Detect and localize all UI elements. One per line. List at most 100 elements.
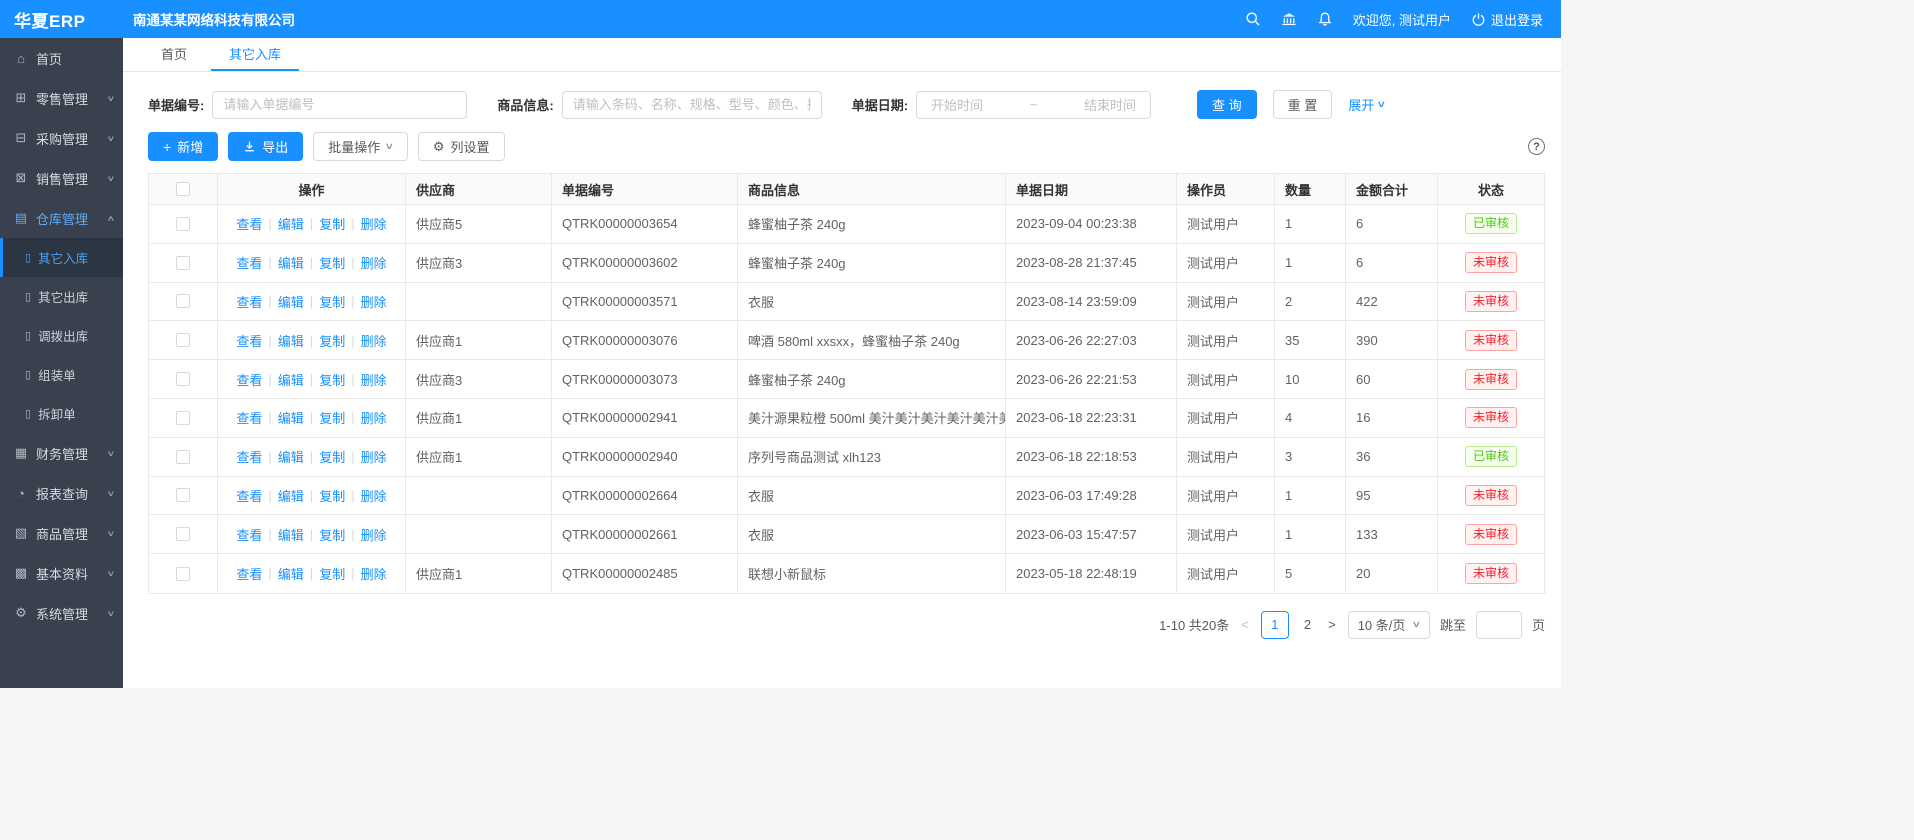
sidebar-item-purchase[interactable]: ⊟采购管理∨ <box>0 118 123 158</box>
bank-icon[interactable] <box>1281 11 1297 27</box>
view-link[interactable]: 查看 <box>236 214 262 233</box>
col-supplier: 供应商 <box>406 174 552 204</box>
export-button[interactable]: 导出 <box>228 132 303 161</box>
row-checkbox[interactable] <box>176 411 190 425</box>
edit-link[interactable]: 编辑 <box>278 564 304 583</box>
copy-link[interactable]: 复制 <box>319 214 345 233</box>
sidebar-item-warehouse[interactable]: ▤仓库管理∧ <box>0 198 123 238</box>
next-page-button[interactable]: > <box>1326 617 1338 632</box>
row-checkbox[interactable] <box>176 372 190 386</box>
edit-link[interactable]: 编辑 <box>278 447 304 466</box>
view-link[interactable]: 查看 <box>236 525 262 544</box>
sidebar-item-sales[interactable]: ⊠销售管理∨ <box>0 158 123 198</box>
delete-link[interactable]: 删除 <box>361 564 387 583</box>
edit-link[interactable]: 编辑 <box>278 214 304 233</box>
sidebar-subitem-other-inbound[interactable]: ▯其它入库 <box>0 238 123 277</box>
content-area: 单据编号: 商品信息: 单据日期: 开始时间 ~ 结束时间 查 询 重 置 展开… <box>123 72 1561 639</box>
sidebar-item-report[interactable]: ◔报表查询∨ <box>0 473 123 513</box>
copy-link[interactable]: 复制 <box>319 486 345 505</box>
sidebar-item-system[interactable]: ⚙系统管理∨ <box>0 593 123 633</box>
edit-link[interactable]: 编辑 <box>278 331 304 350</box>
qty-cell: 1 <box>1275 477 1346 515</box>
row-checkbox[interactable] <box>176 217 190 231</box>
sidebar-item-basic[interactable]: ▩基本资料∨ <box>0 553 123 593</box>
status-badge: 未审核 <box>1465 563 1517 584</box>
delete-link[interactable]: 删除 <box>361 408 387 427</box>
help-icon[interactable]: ? <box>1528 138 1545 155</box>
copy-link[interactable]: 复制 <box>319 292 345 311</box>
row-checkbox[interactable] <box>176 488 190 502</box>
delete-link[interactable]: 删除 <box>361 292 387 311</box>
page-size-select[interactable]: 10 条/页 ∨ <box>1348 611 1430 639</box>
copy-link[interactable]: 复制 <box>319 253 345 272</box>
page-button-1[interactable]: 1 <box>1261 611 1289 639</box>
product-info-label: 商品信息: <box>497 95 553 114</box>
delete-link[interactable]: 删除 <box>361 214 387 233</box>
row-checkbox[interactable] <box>176 333 190 347</box>
view-link[interactable]: 查看 <box>236 331 262 350</box>
batch-label: 批量操作 <box>328 137 380 156</box>
sidebar-subitem-assembly[interactable]: ▯组装单 <box>0 355 123 394</box>
view-link[interactable]: 查看 <box>236 486 262 505</box>
copy-link[interactable]: 复制 <box>319 525 345 544</box>
bill-no-input[interactable] <box>212 91 467 119</box>
product-info-input[interactable] <box>562 91 822 119</box>
view-link[interactable]: 查看 <box>236 370 262 389</box>
tab-other-inbound[interactable]: 其它入库 <box>211 38 299 71</box>
qty-cell: 1 <box>1275 205 1346 243</box>
column-settings-button[interactable]: ⚙ 列设置 <box>418 132 505 161</box>
reset-button[interactable]: 重 置 <box>1273 90 1333 119</box>
edit-link[interactable]: 编辑 <box>278 370 304 389</box>
sidebar-item-goods[interactable]: ▧商品管理∨ <box>0 513 123 553</box>
view-link[interactable]: 查看 <box>236 408 262 427</box>
jump-page-input[interactable] <box>1476 611 1522 639</box>
select-all-checkbox[interactable] <box>176 182 190 196</box>
row-checkbox[interactable] <box>176 527 190 541</box>
delete-link[interactable]: 删除 <box>361 370 387 389</box>
row-checkbox[interactable] <box>176 450 190 464</box>
sidebar-item-home[interactable]: ⌂首页 <box>0 38 123 78</box>
edit-link[interactable]: 编辑 <box>278 486 304 505</box>
sidebar-item-retail[interactable]: ⊞零售管理∨ <box>0 78 123 118</box>
edit-link[interactable]: 编辑 <box>278 408 304 427</box>
delete-link[interactable]: 删除 <box>361 447 387 466</box>
link-separator: | <box>268 372 271 387</box>
view-link[interactable]: 查看 <box>236 564 262 583</box>
search-button[interactable]: 查 询 <box>1197 90 1257 119</box>
copy-link[interactable]: 复制 <box>319 447 345 466</box>
copy-link[interactable]: 复制 <box>319 564 345 583</box>
row-checkbox[interactable] <box>176 567 190 581</box>
amount-cell: 20 <box>1346 554 1438 593</box>
page-button-2[interactable]: 2 <box>1299 617 1316 632</box>
bell-icon[interactable] <box>1317 11 1333 27</box>
sidebar-subitem-transfer-outbound[interactable]: ▯调拨出库 <box>0 316 123 355</box>
row-checkbox[interactable] <box>176 294 190 308</box>
copy-link[interactable]: 复制 <box>319 370 345 389</box>
copy-link[interactable]: 复制 <box>319 331 345 350</box>
delete-link[interactable]: 删除 <box>361 486 387 505</box>
edit-link[interactable]: 编辑 <box>278 253 304 272</box>
batch-actions-button[interactable]: 批量操作 ∨ <box>313 132 408 161</box>
link-separator: | <box>310 372 313 387</box>
tab-home[interactable]: 首页 <box>143 38 205 71</box>
view-link[interactable]: 查看 <box>236 292 262 311</box>
logout-button[interactable]: 退出登录 <box>1471 10 1543 29</box>
search-icon[interactable] <box>1245 11 1261 27</box>
prev-page-button[interactable]: < <box>1239 617 1251 632</box>
edit-link[interactable]: 编辑 <box>278 292 304 311</box>
delete-link[interactable]: 删除 <box>361 331 387 350</box>
view-link[interactable]: 查看 <box>236 253 262 272</box>
row-checkbox[interactable] <box>176 256 190 270</box>
view-link[interactable]: 查看 <box>236 447 262 466</box>
delete-link[interactable]: 删除 <box>361 525 387 544</box>
app-window: 华夏ERP 南通某某网络科技有限公司 欢迎您, 测试用户 退出登录 ⌂首页 <box>0 0 1561 688</box>
add-button[interactable]: + 新增 <box>148 132 218 161</box>
expand-link[interactable]: 展开 ∨ <box>1348 95 1385 114</box>
delete-link[interactable]: 删除 <box>361 253 387 272</box>
date-range-input[interactable]: 开始时间 ~ 结束时间 <box>916 91 1151 119</box>
edit-link[interactable]: 编辑 <box>278 525 304 544</box>
copy-link[interactable]: 复制 <box>319 408 345 427</box>
sidebar-subitem-disassembly[interactable]: ▯拆卸单 <box>0 394 123 433</box>
sidebar-item-finance[interactable]: ▦财务管理∨ <box>0 433 123 473</box>
sidebar-subitem-other-outbound[interactable]: ▯其它出库 <box>0 277 123 316</box>
